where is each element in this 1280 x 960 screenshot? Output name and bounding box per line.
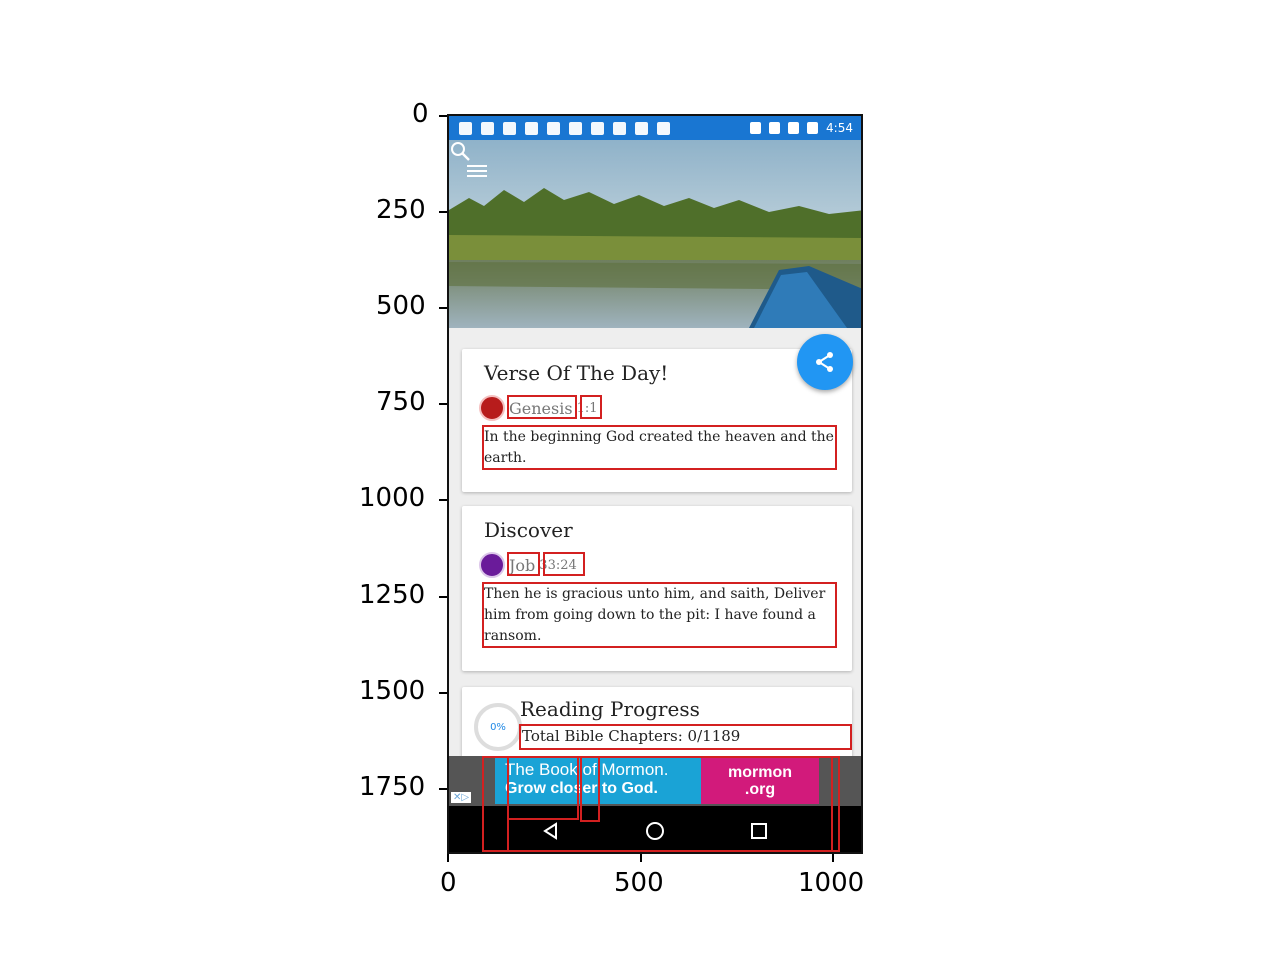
ad-brand-line-1: mormon [728, 764, 792, 781]
x-tick-label: 0 [440, 868, 457, 898]
ad-brand: mormon .org [701, 758, 819, 804]
status-bar: 4:54 [449, 116, 861, 140]
chapter-verse[interactable]: 33:24 [539, 558, 576, 573]
info-icon [547, 121, 560, 135]
verse-text[interactable]: Then he is gracious unto him, and saith,… [484, 584, 834, 647]
bible-book-icon [479, 395, 505, 421]
verse-reference: Job 33:24 [479, 552, 577, 578]
ad-brand-line-2: .org [744, 781, 776, 798]
search-icon[interactable] [449, 140, 471, 162]
y-tick-label: 250 [376, 195, 426, 225]
bluetooth-icon [750, 122, 762, 134]
ad-line-1: The Book of Mormon. [505, 760, 669, 779]
discover-card[interactable]: Discover Job 33:24 Then he is gracious u… [462, 506, 852, 671]
tools-icon [569, 121, 582, 135]
wifi-icon [769, 122, 781, 134]
verse-of-the-day-card[interactable]: Verse Of The Day! Genesis 1:1 In the beg… [462, 349, 852, 492]
notification-icons [449, 121, 670, 135]
y-tick [439, 499, 447, 501]
chapter-verse[interactable]: 1:1 [577, 401, 598, 416]
card-title: Reading Progress [520, 697, 700, 721]
navigation-bar [449, 806, 861, 852]
inbox-icon [613, 121, 626, 135]
card-title: Discover [484, 518, 573, 542]
y-tick [439, 403, 447, 405]
verse-reference: Genesis 1:1 [479, 395, 597, 421]
y-tick-label: 500 [376, 291, 426, 321]
text-icon [503, 121, 516, 135]
ad-creative[interactable]: The Book of Mormon. Grow closer to God. … [495, 758, 819, 804]
verse-text[interactable]: In the beginning God created the heaven … [484, 427, 834, 469]
reading-progress-card[interactable]: 0% Reading Progress Total Bible Chapters… [462, 687, 852, 767]
x-tick [832, 854, 834, 862]
facebook-icon [459, 121, 472, 135]
lock-icon [591, 121, 604, 135]
lake-image [449, 140, 861, 328]
ad-line-2: Grow closer to God. [505, 780, 658, 797]
ad-message: The Book of Mormon. Grow closer to God. [495, 758, 701, 804]
y-tick-label: 750 [376, 387, 426, 417]
clock: 4:54 [826, 121, 853, 135]
y-tick [439, 788, 447, 790]
ad-banner: The Book of Mormon. Grow closer to God. … [449, 756, 861, 806]
y-tick-label: 1750 [359, 772, 426, 802]
android-icon [657, 121, 670, 135]
y-tick-label: 1500 [359, 676, 426, 706]
y-tick [439, 692, 447, 694]
mail-icon [481, 121, 494, 135]
share-button[interactable] [797, 334, 853, 390]
signal-icon [788, 122, 800, 134]
y-tick-label: 1250 [359, 580, 426, 610]
y-tick [439, 596, 447, 598]
battery-icon [807, 122, 819, 134]
x-tick-label: 500 [614, 868, 664, 898]
y-tick [439, 307, 447, 309]
card-title: Verse Of The Day! [484, 361, 669, 385]
back-icon[interactable] [541, 821, 561, 841]
home-icon[interactable] [645, 821, 665, 841]
system-icons: 4:54 [750, 121, 861, 135]
phone-screen: 4:54 Verse Of The Day! Genesis 1:1 In th… [447, 114, 863, 854]
y-tick-label: 1000 [359, 483, 426, 513]
progress-ring: 0% [474, 703, 522, 751]
ad-choices-icon[interactable]: ✕▷ [451, 792, 472, 803]
briefcase-icon [635, 121, 648, 135]
bible-book-icon [479, 552, 505, 578]
y-tick [439, 115, 447, 117]
book-name[interactable]: Genesis [509, 399, 573, 418]
y-tick [439, 211, 447, 213]
y-tick-label: 0 [412, 99, 429, 129]
hamburger-menu-icon[interactable] [467, 162, 487, 178]
share-icon [816, 352, 833, 372]
recents-icon[interactable] [749, 821, 769, 841]
chapters-read-text: Total Bible Chapters: 0/1189 [522, 727, 741, 745]
x-tick [447, 854, 449, 862]
book-name[interactable]: Job [509, 556, 535, 575]
facebook-icon [525, 121, 538, 135]
header-image [449, 140, 861, 328]
x-tick-label: 1000 [798, 868, 865, 898]
x-tick [640, 854, 642, 862]
